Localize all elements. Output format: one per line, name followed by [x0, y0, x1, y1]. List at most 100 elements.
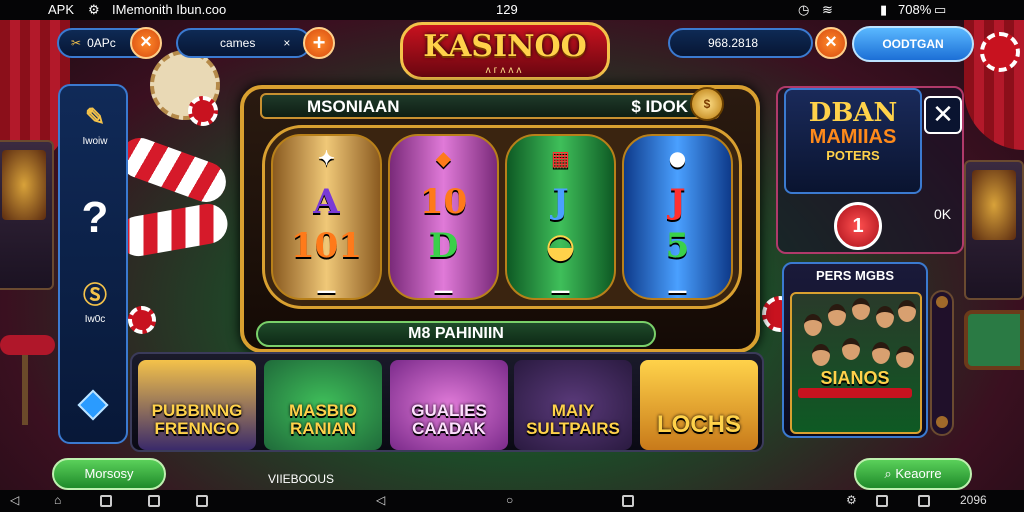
navigation-bar: ◁ ⌂ ◁ ○ ⚙ 2096	[0, 490, 1024, 512]
status-bar: APK ⚙ IMemonith Ibun.coo 129 ◷ ≋ ▮ 708% …	[0, 0, 1024, 20]
reel-symbol: A	[313, 182, 340, 222]
game-tile-name: PUBBINNG FRENNGO	[151, 401, 243, 438]
balance-pill: 968.2818	[668, 28, 813, 58]
game-tiles-row: PUBBINNG FRENNGO MASBIO RANIAN GUALIES C…	[130, 352, 764, 452]
bg-slot-machine-right	[964, 160, 1024, 300]
close-promo-button[interactable]: ✕	[924, 96, 962, 134]
left-sidebar: ✎ Iwoiw ? Ⓢ Iw0c	[58, 84, 128, 444]
ok-label[interactable]: 0K	[934, 206, 951, 222]
game-tile[interactable]: GUALIES CAADAK	[390, 360, 508, 450]
battery-icon: ▭	[934, 2, 947, 17]
reel-symbol: 10	[419, 182, 468, 222]
game-tile-name: GUALIES CAADAK	[411, 401, 487, 438]
sidebar-item-help[interactable]: ?	[60, 196, 130, 244]
app-icon[interactable]	[876, 495, 888, 507]
bottom-center-label: VIIEBOOUS	[268, 472, 335, 486]
promo-line-1: DBAN	[808, 98, 898, 128]
keaorre-button[interactable]: ⌕ Keaorre	[854, 458, 972, 490]
diamond-icon[interactable]	[77, 389, 109, 421]
game-tile[interactable]: MAIY SULTPAIRS	[514, 360, 632, 450]
reel-symbol: 101	[291, 226, 362, 266]
app-icon[interactable]	[918, 495, 930, 507]
slot-title: MSONIAAN	[307, 97, 400, 116]
promo-line-3: POTERS	[826, 148, 880, 163]
poker-chip	[128, 306, 156, 334]
sidebar-item-tickets[interactable]: ✎ Iwoiw	[60, 104, 130, 147]
status-app-text: IMemonith Ibun.coo	[112, 2, 227, 17]
slot-balance: $ IDOK	[631, 97, 688, 116]
top-action-button[interactable]: OODTGAN	[852, 26, 974, 62]
reel-symbol: —	[316, 278, 337, 300]
striped-candy	[114, 132, 232, 208]
scrollbar[interactable]	[930, 290, 954, 436]
status-apk-label: APK	[48, 2, 75, 17]
sidebar-item-coins[interactable]: Ⓢ Iw0c	[60, 282, 130, 325]
nav-home-icon[interactable]: ○	[506, 493, 513, 507]
featured-game-panel[interactable]: PERS MGBS SIANOS	[782, 262, 928, 438]
poker-chip	[188, 96, 218, 126]
reel-1: ✦ A 101 —	[271, 134, 382, 300]
games-pill-text: cames	[220, 36, 256, 50]
ticket-icon: ✎	[84, 104, 106, 131]
question-icon: ?	[81, 193, 109, 242]
roulette-table	[964, 310, 1024, 370]
memory-button[interactable]: Morsosy	[52, 458, 166, 490]
game-screen: { "statusbar": {"left": "APK", "app_text…	[0, 0, 1024, 512]
balance-text: 968.2818	[708, 36, 759, 50]
nav-recents-icon[interactable]	[622, 495, 634, 507]
back-icon[interactable]: ◁	[10, 493, 19, 507]
reel-4: ● J 5 —	[622, 134, 733, 300]
game-tile[interactable]: PUBBINNG FRENNGO	[138, 360, 256, 450]
status-app-icon: ⚙	[88, 2, 100, 17]
settings-icon[interactable]: ⚙	[846, 493, 857, 507]
close-right-button[interactable]: ×	[815, 27, 847, 59]
slot-footer: M8 PAHINIIN	[256, 321, 656, 347]
recent-apps-icon[interactable]	[100, 495, 112, 507]
logo-subtitle: ᴧᴦᴧᴧᴧ	[485, 65, 525, 76]
reel-symbol: J	[669, 182, 686, 222]
close-left-button[interactable]: ×	[130, 27, 162, 59]
featured-game-art	[790, 292, 922, 434]
coin-bag-icon: Ⓢ	[83, 282, 107, 309]
reel-symbol: —	[550, 278, 571, 300]
nav-text: 2096	[960, 493, 987, 507]
reel-symbol: ◒	[545, 226, 576, 266]
left-top-pill-text: 0APc	[87, 36, 116, 50]
game-tile[interactable]: MASBIO RANIAN	[264, 360, 382, 450]
coin-icon: $	[690, 87, 724, 121]
reel-symbol: D	[428, 226, 459, 266]
scroll-down-knob[interactable]	[936, 416, 948, 428]
reel-symbol: ✦	[318, 146, 335, 170]
reel-2: ◆ 10 D —	[388, 134, 499, 300]
app-icon[interactable]	[196, 495, 208, 507]
striped-candy	[115, 200, 231, 260]
promo-line-2: MAMIIAS	[809, 126, 897, 148]
reel-symbol: ●	[668, 146, 687, 170]
reel-symbol: ◆	[435, 146, 452, 170]
reels[interactable]: ✦ A 101 — ◆ 10 D — ▦ J ◒ — ● J 5 —	[262, 125, 742, 309]
reel-symbol: —	[667, 278, 688, 300]
add-button[interactable]: +	[303, 27, 335, 59]
reel-symbol: —	[433, 278, 454, 300]
close-icon: ×	[283, 36, 291, 50]
bg-slot-machine-left	[0, 140, 54, 290]
bar-stool	[0, 335, 55, 355]
promo-badge-button[interactable]: 1	[834, 202, 882, 250]
home-icon[interactable]: ⌂	[54, 493, 61, 507]
wifi-icon: ≋	[822, 2, 833, 17]
scroll-up-knob[interactable]	[936, 296, 948, 308]
game-tile-name: LOCHS	[657, 411, 741, 438]
games-pill[interactable]: cames ×	[176, 28, 311, 58]
poker-chip	[980, 32, 1020, 72]
game-tile[interactable]: LOCHS	[640, 360, 758, 450]
ticket-icon: ✂	[71, 36, 82, 50]
promo-banner[interactable]: DBAN MAMIIAS POTERS	[784, 88, 922, 194]
alarm-icon: ◷	[798, 2, 810, 17]
app-icon[interactable]	[148, 495, 160, 507]
nav-back-icon[interactable]: ◁	[376, 493, 385, 507]
reel-3: ▦ J ◒ —	[505, 134, 616, 300]
signal-icon: ▮	[880, 2, 888, 17]
battery-text: 708%	[898, 2, 932, 17]
slot-machine: MSONIAAN $ IDOK $ ✦ A 101 — ◆ 10 D — ▦ J…	[240, 85, 760, 353]
game-tile-name: MAIY SULTPAIRS	[526, 401, 620, 438]
